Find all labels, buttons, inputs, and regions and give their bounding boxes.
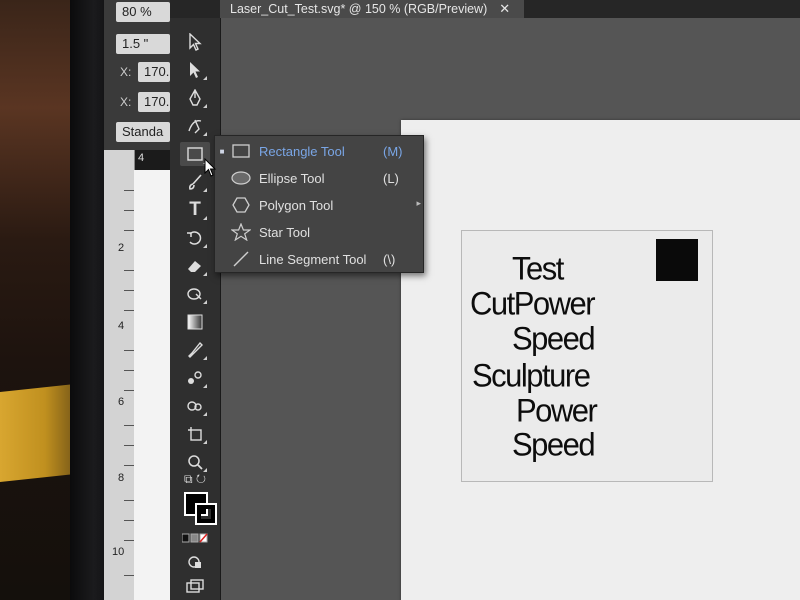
polygon-icon [232, 197, 250, 213]
blend-tool-button[interactable] [180, 366, 210, 390]
symbol-sprayer-tool-button[interactable] [180, 394, 210, 418]
x-field[interactable]: 170. [138, 62, 170, 82]
eraser-icon [188, 261, 201, 272]
symbol-sprayer-icon [187, 401, 202, 411]
gradient-tool-button[interactable] [180, 310, 210, 334]
document-tab[interactable]: Laser_Cut_Test.svg* @ 150 % (RGB/Preview… [220, 0, 525, 18]
type-tool-button[interactable]: T [180, 198, 210, 222]
artboard-tool-button[interactable] [180, 422, 210, 446]
pen-icon [189, 89, 201, 106]
design-group[interactable]: Test CutPower Speed Sculpture Power Spee… [461, 230, 713, 482]
ruler-tick: 6 [118, 396, 125, 408]
menu-item-shortcut: (\) [383, 251, 396, 267]
shape-tools-flyout: ■ Rectangle Tool (M) Ellipse Tool (L) Po… [214, 135, 424, 273]
close-icon[interactable]: ✕ [499, 0, 510, 18]
menu-item-shortcut: (L) [383, 170, 399, 186]
rectangle-icon [232, 144, 250, 158]
design-text-test[interactable]: Test [512, 250, 564, 288]
control-bar: 80 % 1.5 " X: 170. X: 170. Standa [104, 0, 170, 150]
ruler-top-label: 4 [138, 152, 145, 164]
selection-tool-button[interactable] [180, 30, 210, 54]
active-bullet-icon: ■ [219, 146, 225, 156]
color-mode-buttons[interactable] [180, 530, 210, 546]
rotate-icon [187, 231, 202, 245]
menu-item-star-tool[interactable]: Star Tool [215, 219, 423, 245]
curvature-tool-button[interactable] [180, 114, 210, 138]
rotate-tool-button[interactable] [180, 226, 210, 250]
design-text-cutpower[interactable]: CutPower [470, 285, 596, 323]
type-icon: T [189, 199, 201, 220]
style-dropdown[interactable]: Standa [116, 122, 170, 142]
menu-item-line-segment-tool[interactable]: Line Segment Tool (\) [215, 246, 423, 272]
line-segment-icon [233, 251, 249, 267]
y-field[interactable]: 170. [138, 92, 170, 112]
ruler-corner: 4 [134, 150, 170, 170]
ruler-tick: 4 [118, 320, 125, 332]
eyedropper-tool-button[interactable] [180, 338, 210, 362]
menu-item-shortcut: (M) [383, 143, 403, 159]
menu-item-label: Star Tool [259, 224, 311, 240]
design-text-speed[interactable]: Speed [512, 320, 596, 358]
zoom-icon [188, 455, 203, 470]
design-text-speed-2[interactable]: Speed [512, 426, 596, 464]
menu-item-label: Ellipse Tool [259, 170, 325, 186]
design-text-power[interactable]: Power [516, 392, 598, 430]
menu-item-label: Rectangle Tool [259, 143, 345, 159]
swap-icon: ⧉ ↻ [183, 471, 207, 486]
draw-mode-button[interactable] [180, 550, 210, 574]
curvature-icon [188, 119, 202, 134]
stroke-weight-field[interactable]: 1.5 " [116, 34, 170, 54]
black-square-shape[interactable] [656, 239, 698, 281]
artboard-icon [188, 427, 202, 441]
flyout-tearoff-icon[interactable]: ▸ [416, 198, 421, 209]
design-text-sculpture[interactable]: Sculpture [472, 357, 591, 395]
vertical-ruler[interactable]: 2 4 6 8 10 [104, 150, 135, 600]
document-tab-title: Laser_Cut_Test.svg* @ 150 % (RGB/Preview… [230, 2, 488, 16]
paintbrush-icon [189, 174, 202, 190]
mouse-cursor-icon [204, 158, 217, 177]
y-label: X: [120, 95, 132, 109]
stroke-swatch[interactable] [195, 503, 217, 525]
menu-item-label: Line Segment Tool [259, 251, 367, 267]
screen-mode-button[interactable] [180, 574, 210, 598]
pen-tool-button[interactable] [180, 86, 210, 110]
ruler-tick: 2 [118, 242, 125, 254]
eyedropper-icon [188, 341, 203, 358]
shape-builder-tool-button[interactable] [180, 282, 210, 306]
workspace[interactable]: Test CutPower Speed Sculpture Power Spee… [221, 18, 800, 600]
zoom-field[interactable]: 80 % [116, 2, 170, 22]
fill-stroke-icon[interactable] [184, 492, 218, 526]
draw-mode-icon [188, 556, 201, 568]
star-icon [231, 223, 251, 241]
x-label: X: [120, 65, 132, 79]
rectangle-icon [187, 147, 203, 161]
screen-mode-icon [186, 579, 204, 593]
eraser-tool-button[interactable] [180, 254, 210, 278]
selection-icon [189, 33, 202, 51]
ruler-tick: 8 [118, 472, 125, 484]
background-yellow-folders [0, 384, 75, 482]
shape-builder-icon [187, 288, 202, 300]
menu-item-rectangle-tool[interactable]: ■ Rectangle Tool (M) [215, 138, 423, 164]
swap-fill-stroke-button[interactable]: ⧉ ↻ [180, 470, 210, 488]
menu-item-label: Polygon Tool [259, 197, 334, 213]
artboard[interactable]: Test CutPower Speed Sculpture Power Spee… [401, 120, 800, 600]
tools-panel: T ⧉ ↻ [170, 18, 221, 600]
blend-icon [188, 371, 202, 384]
ellipse-icon [231, 171, 251, 185]
gradient-icon [187, 314, 203, 330]
app-screen: 80 % 1.5 " X: 170. X: 170. Standa 4 2 4 … [104, 0, 800, 600]
document-tab-bar: Laser_Cut_Test.svg* @ 150 % (RGB/Preview… [170, 0, 800, 18]
canvas-left-strip [134, 170, 170, 600]
direct-selection-tool-button[interactable] [180, 58, 210, 82]
direct-selection-icon [190, 62, 200, 78]
color-mode-icon [182, 533, 208, 543]
menu-item-ellipse-tool[interactable]: Ellipse Tool (L) [215, 165, 423, 191]
menu-item-polygon-tool[interactable]: Polygon Tool [215, 192, 423, 218]
ruler-tick: 10 [112, 546, 125, 558]
